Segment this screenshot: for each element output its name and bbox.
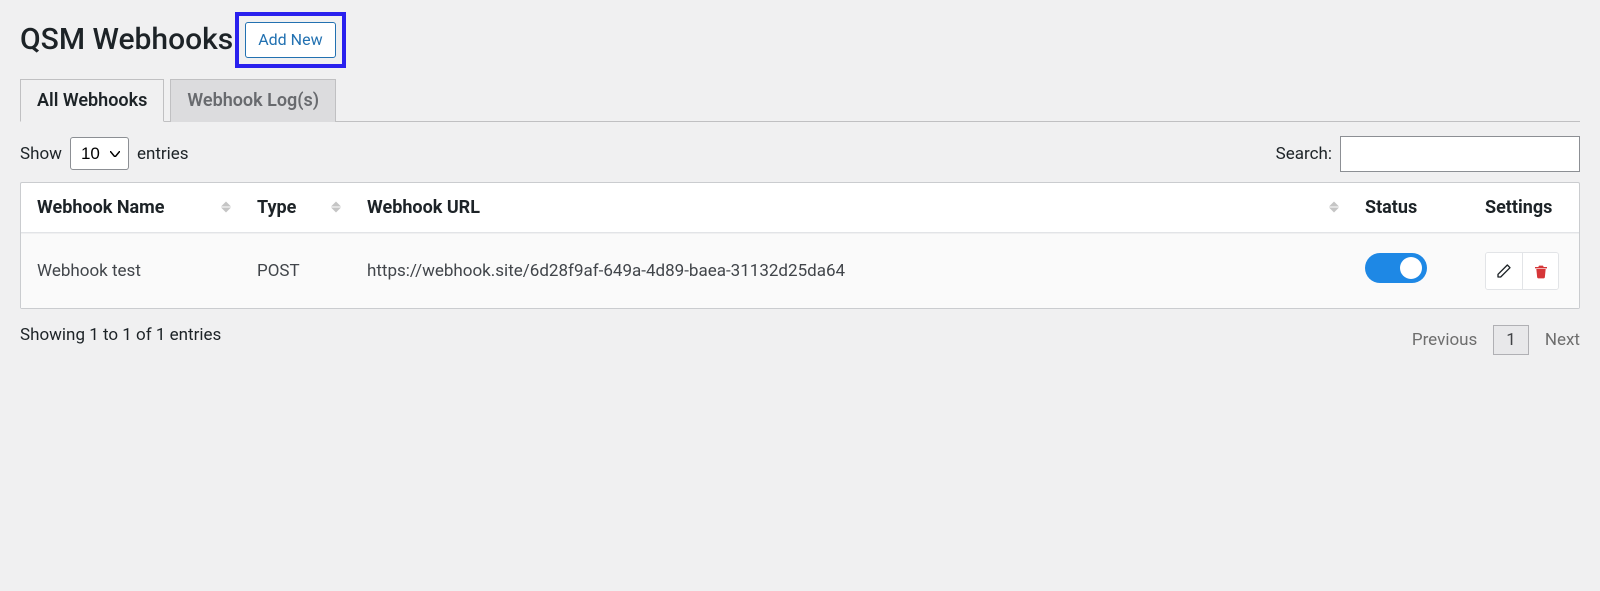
- trash-icon: [1533, 263, 1549, 279]
- add-new-highlight: Add New: [235, 12, 345, 68]
- cell-settings: [1469, 233, 1579, 308]
- table-info: Showing 1 to 1 of 1 entries: [20, 325, 221, 345]
- prev-page[interactable]: Previous: [1412, 330, 1477, 350]
- col-header-name[interactable]: Webhook Name: [21, 183, 241, 233]
- length-prefix: Show: [20, 144, 62, 164]
- pencil-icon: [1496, 263, 1512, 279]
- col-header-settings: Settings: [1469, 183, 1579, 233]
- sort-icon: [331, 202, 341, 213]
- cell-type: POST: [241, 233, 351, 308]
- sort-icon: [1329, 202, 1339, 213]
- toggle-knob: [1400, 257, 1422, 279]
- col-header-url-label: Webhook URL: [367, 197, 480, 218]
- tab-webhook-logs[interactable]: Webhook Log(s): [170, 79, 336, 122]
- edit-button[interactable]: [1486, 253, 1522, 289]
- cell-url: https://webhook.site/6d28f9af-649a-4d89-…: [351, 233, 1349, 308]
- pagination: Previous 1 Next: [1412, 325, 1580, 355]
- col-header-type-label: Type: [257, 197, 296, 218]
- col-header-status: Status: [1349, 183, 1469, 233]
- table-row: Webhook test POST https://webhook.site/6…: [21, 233, 1579, 308]
- cell-status: [1349, 233, 1469, 308]
- sort-icon: [221, 202, 231, 213]
- delete-button[interactable]: [1522, 253, 1558, 289]
- next-page[interactable]: Next: [1545, 330, 1580, 350]
- cell-name: Webhook test: [21, 233, 241, 308]
- current-page[interactable]: 1: [1493, 325, 1529, 355]
- page-title: QSM Webhooks: [20, 22, 233, 57]
- search-label: Search:: [1276, 144, 1332, 164]
- search-input[interactable]: [1340, 136, 1580, 172]
- length-suffix: entries: [137, 144, 189, 164]
- col-header-status-label: Status: [1365, 197, 1417, 218]
- add-new-button[interactable]: Add New: [245, 22, 335, 58]
- tabs: All Webhooks Webhook Log(s): [20, 78, 1580, 122]
- col-header-url[interactable]: Webhook URL: [351, 183, 1349, 233]
- tab-all-webhooks[interactable]: All Webhooks: [20, 79, 164, 122]
- webhooks-table: Webhook Name Type Webhook URL Status Set…: [20, 182, 1580, 309]
- col-header-settings-label: Settings: [1485, 197, 1552, 218]
- entries-per-page-select[interactable]: 10: [70, 137, 129, 170]
- col-header-type[interactable]: Type: [241, 183, 351, 233]
- status-toggle[interactable]: [1365, 253, 1427, 283]
- col-header-name-label: Webhook Name: [37, 197, 164, 218]
